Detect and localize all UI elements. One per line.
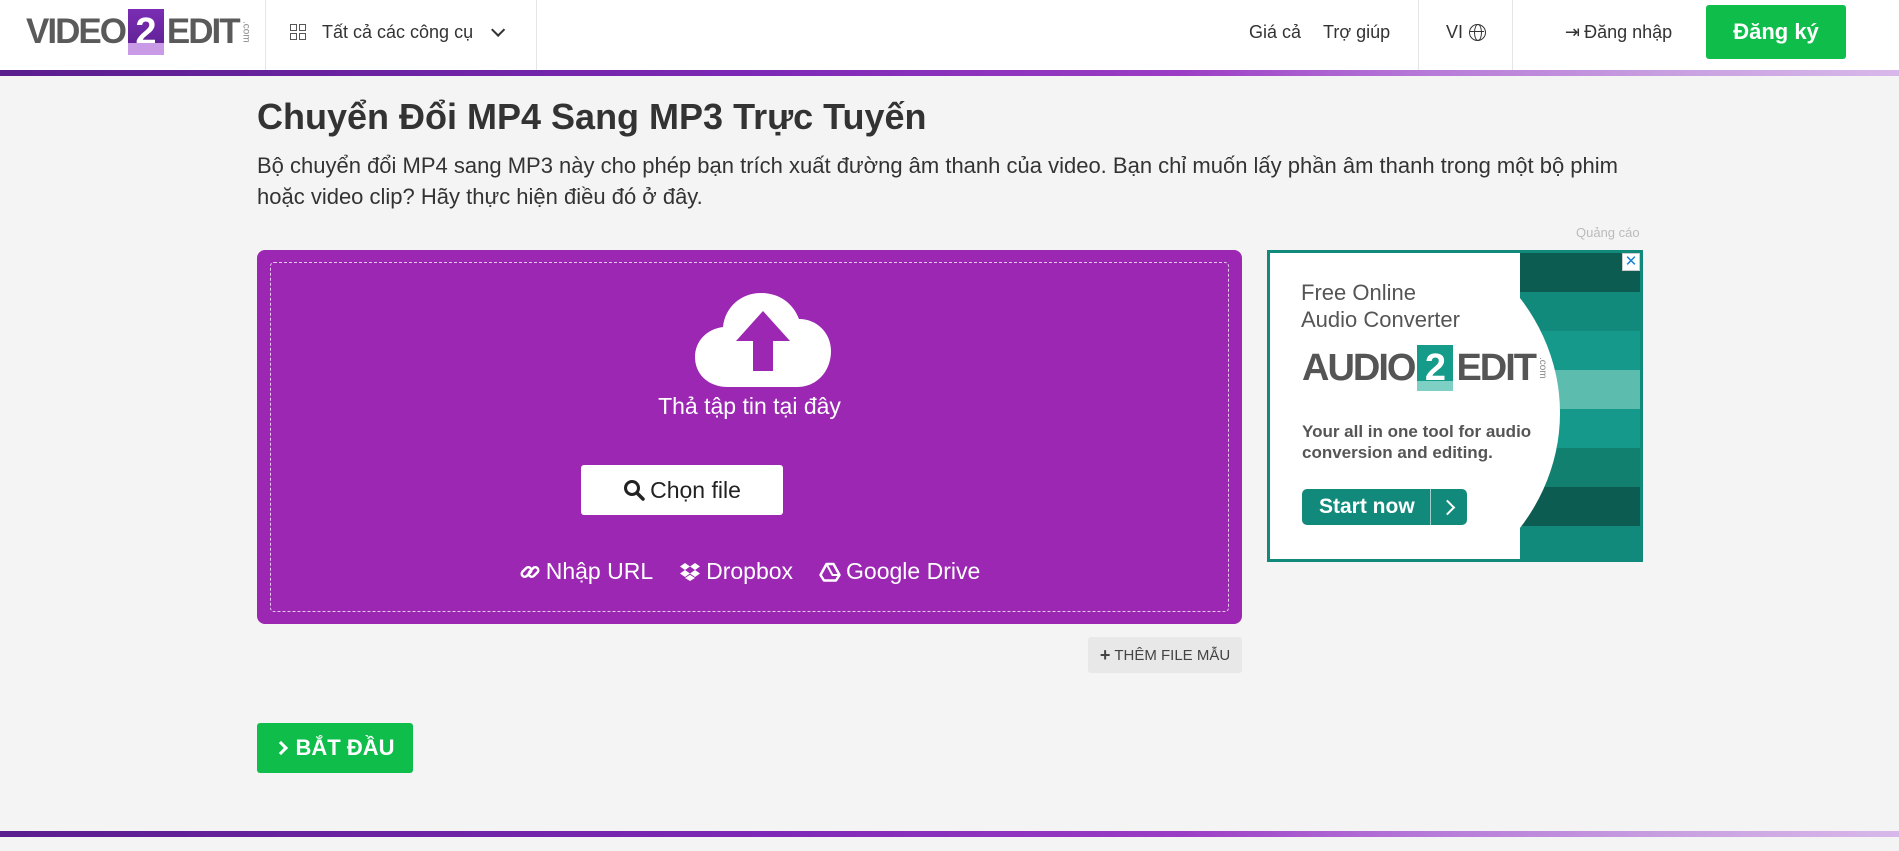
ad-logo-suffix: .com [1537, 357, 1549, 379]
ad-logo-text-audio: AUDIO [1302, 346, 1416, 389]
logo-text-edit: EDIT [166, 12, 241, 51]
plus-icon: + [1099, 644, 1111, 665]
google-drive-icon [819, 562, 841, 582]
ad-tagline: Your all in one tool for audio conversio… [1302, 422, 1532, 462]
start-label: BẮT ĐẦU [295, 735, 395, 760]
login-link[interactable]: ⇥ Đăng nhập [1565, 0, 1672, 64]
header-divider [536, 0, 537, 70]
add-sample-label: THÊM FILE MẪU [1114, 646, 1231, 664]
dropbox-link[interactable]: Dropbox [679, 558, 793, 585]
start-button[interactable]: BẮT ĐẦU [257, 723, 413, 773]
top-header: VIDEO 2 EDIT .com Tất cả các công cụ Giá… [0, 0, 1899, 70]
file-dropzone[interactable]: Thả tập tin tại đây Chọn file Nhập URL D… [257, 250, 1242, 624]
page-description: Bộ chuyển đổi MP4 sang MP3 này cho phép … [257, 153, 1618, 209]
ad-headline: Free Online Audio Converter [1301, 279, 1460, 333]
ad-headline-line2: Audio Converter [1301, 307, 1460, 332]
ad-logo-number: 2 [1417, 345, 1454, 391]
link-icon [520, 565, 540, 578]
dropzone-dashed-border: Thả tập tin tại đây Chọn file Nhập URL D… [270, 262, 1229, 612]
all-tools-label: Tất cả các công cụ [322, 21, 474, 42]
add-sample-file-button[interactable]: + THÊM FILE MẪU [1088, 637, 1242, 673]
search-icon [624, 480, 645, 501]
ad-start-now-button[interactable]: Start now [1302, 489, 1467, 525]
logo-suffix: .com [240, 21, 252, 43]
enter-url-label: Nhập URL [545, 558, 654, 584]
logo-number: 2 [127, 9, 164, 55]
dropbox-icon [680, 562, 701, 581]
google-drive-link[interactable]: Google Drive [819, 558, 980, 585]
ad-close-icon[interactable]: ✕ [1622, 253, 1640, 271]
page-title: Chuyển Đổi MP4 Sang MP3 Trực Tuyến [257, 96, 927, 137]
dropbox-label: Dropbox [706, 558, 794, 584]
advertisement-banner[interactable]: ✕ Free Online Audio Converter AUDIO 2 ED… [1267, 250, 1643, 562]
nav-help[interactable]: Trợ giúp [1323, 0, 1390, 64]
login-label: Đăng nhập [1584, 21, 1673, 42]
google-drive-label: Google Drive [846, 558, 981, 584]
grid-icon [290, 24, 306, 40]
chevron-down-icon [491, 22, 506, 37]
drop-files-text: Thả tập tin tại đây [658, 393, 841, 419]
all-tools-dropdown[interactable]: Tất cả các công cụ [290, 0, 506, 64]
language-selector[interactable]: VI [1446, 0, 1487, 64]
ad-label: Quảng cáo [1576, 225, 1640, 240]
upload-sources: Nhập URL Dropbox Google Drive [271, 558, 1228, 585]
nav-pricing[interactable]: Giá cả [1249, 0, 1301, 64]
header-divider [1512, 0, 1513, 70]
header-divider [1418, 0, 1419, 70]
header-gradient-stripe [0, 70, 1899, 76]
audio2edit-logo: AUDIO 2 EDIT .com [1302, 345, 1548, 391]
signup-button[interactable]: Đăng ký [1706, 5, 1846, 59]
chevron-right-icon [273, 740, 288, 756]
language-label: VI [1446, 21, 1464, 42]
cloud-upload-icon [695, 293, 831, 387]
choose-file-label: Chọn file [650, 476, 741, 503]
header-divider [265, 0, 266, 70]
footer-gradient-stripe [0, 831, 1899, 837]
logo-text-video: VIDEO [26, 12, 127, 51]
ad-headline-line1: Free Online [1301, 280, 1416, 305]
globe-icon [1469, 23, 1487, 41]
enter-url-link[interactable]: Nhập URL [519, 558, 653, 585]
ad-chevron-right-icon [1430, 489, 1467, 525]
video2edit-logo[interactable]: VIDEO 2 EDIT .com [26, 8, 252, 56]
choose-file-button[interactable]: Chọn file [581, 465, 783, 515]
ad-logo-text-edit: EDIT [1456, 346, 1537, 389]
login-icon: ⇥ [1565, 21, 1581, 42]
ad-start-now-label: Start now [1319, 495, 1415, 518]
